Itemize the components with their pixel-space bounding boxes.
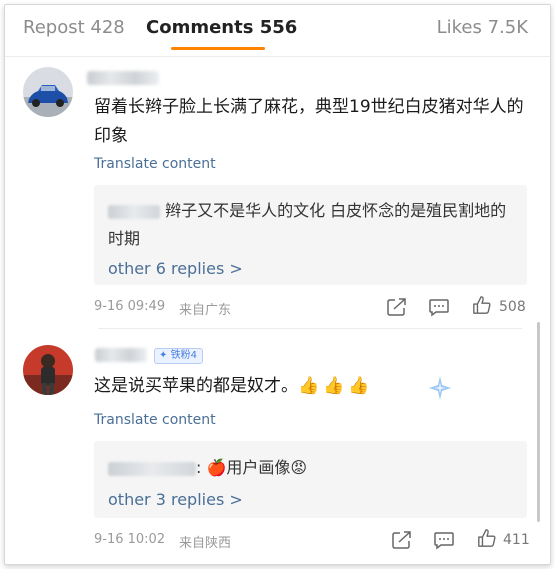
avatar[interactable] — [23, 345, 73, 395]
reply-box: 辫子又不是华人的文化 白皮怀念的是殖民割地的时期 other 6 replies… — [94, 185, 527, 285]
comments-panel: Repost 428 Comments 556 Likes 7.5K 留着长辫子… — [4, 4, 551, 565]
reply-content: 辫子又不是华人的文化 白皮怀念的是殖民割地的时期 — [108, 201, 507, 248]
tab-bar: Repost 428 Comments 556 Likes 7.5K — [5, 5, 550, 57]
translate-link[interactable]: Translate content — [94, 156, 216, 172]
scrollbar[interactable] — [537, 322, 540, 522]
username-hidden[interactable] — [87, 71, 159, 85]
reply-username-hidden[interactable] — [108, 204, 160, 219]
tab-likes[interactable]: Likes 7.5K — [437, 17, 528, 38]
comment-text: 这是说买苹果的都是奴才。👍👍👍 — [94, 372, 524, 401]
reply-text: : 🍎用户画像😡 — [108, 454, 518, 482]
angry-face-emoji: 😡 — [290, 458, 308, 477]
active-tab-indicator — [171, 47, 265, 50]
fan-badge-icon: ✦ — [159, 350, 168, 361]
tab-repost[interactable]: Repost 428 — [23, 17, 125, 38]
reply-content: 用户画像 — [226, 458, 291, 477]
share-icon[interactable] — [391, 530, 413, 550]
like-icon[interactable] — [471, 295, 493, 315]
reply-box: : 🍎用户画像😡 other 3 replies > — [94, 441, 527, 518]
more-replies-link[interactable]: other 3 replies > — [108, 490, 243, 509]
share-icon[interactable] — [386, 297, 408, 317]
tab-comments[interactable]: Comments 556 — [146, 17, 297, 38]
comment-divider — [98, 328, 522, 329]
comment-icon[interactable] — [428, 297, 450, 317]
comment-location: 来自陕西 — [179, 536, 232, 551]
thumbs-up-emoji: 👍👍👍 — [298, 376, 374, 396]
reply-text: 辫子又不是华人的文化 白皮怀念的是殖民割地的时期 — [108, 197, 518, 253]
like-count: 411 — [503, 532, 530, 548]
avatar[interactable] — [23, 67, 73, 117]
fan-badge: ✦ 铁粉4 — [154, 348, 203, 364]
username-hidden[interactable] — [95, 348, 147, 362]
like-count: 508 — [499, 299, 526, 315]
comment-date: 9-16 09:49 — [94, 299, 166, 314]
comment-text: 留着长辫子脸上长满了麻花，典型19世纪白皮猪对华人的印象 — [94, 97, 524, 146]
comment-location: 来自广东 — [179, 303, 232, 318]
more-replies-link[interactable]: other 6 replies > — [108, 259, 243, 278]
apple-emoji: 🍎 — [206, 458, 227, 477]
sparkle-icon — [429, 376, 451, 400]
comment-content: 这是说买苹果的都是奴才。 — [94, 376, 298, 396]
like-icon[interactable] — [476, 528, 498, 548]
comment-date: 9-16 10:02 — [94, 532, 166, 547]
translate-link[interactable]: Translate content — [94, 412, 216, 428]
reply-colon: : — [196, 458, 202, 477]
comment-icon[interactable] — [433, 530, 455, 550]
reply-username-hidden[interactable] — [108, 461, 196, 476]
fan-badge-label: 铁粉4 — [170, 350, 197, 361]
